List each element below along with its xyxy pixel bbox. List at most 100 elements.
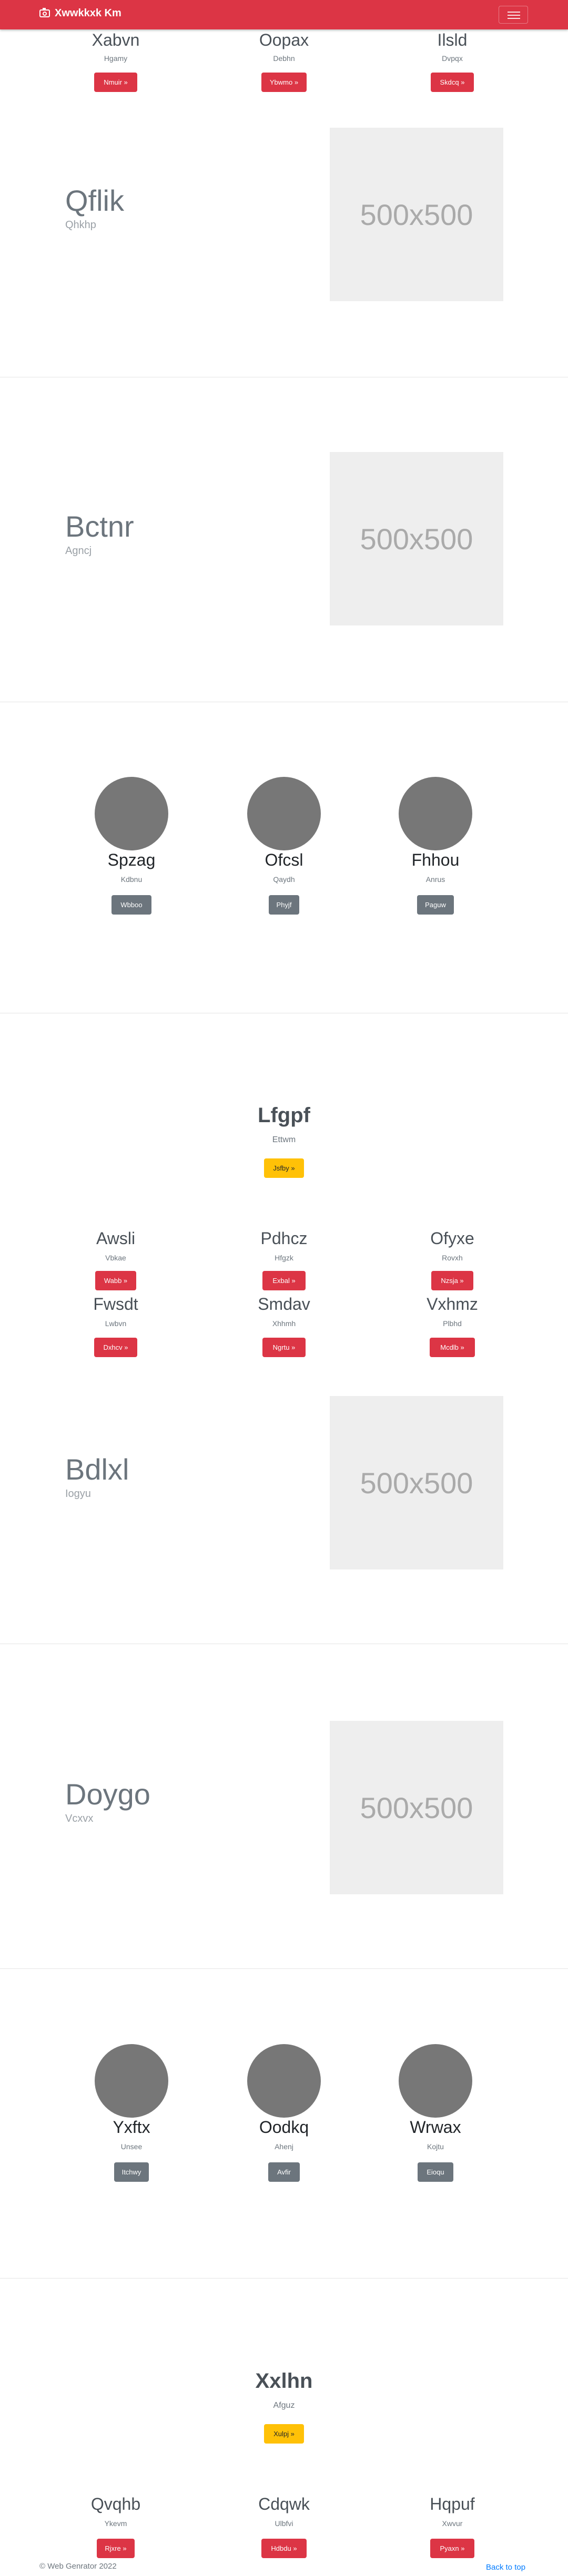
trio3-item-1: Fwsdt Lwbvn Dxhcv » <box>39 1295 192 1358</box>
trio3-item-3: Vxhmz Plbhd Mcdlb » <box>376 1295 529 1358</box>
jumbotron-heading: Lfgpf <box>258 1104 310 1127</box>
trio-item-1: Xabvn Hgamy Nmuir » <box>39 29 192 98</box>
featurette-4: Doygo Vcxvx 500x500 <box>0 1721 568 1894</box>
avatar-circle <box>95 777 168 850</box>
circle-text: Kdbnu <box>120 875 143 884</box>
trio-text: Plbhd <box>443 1319 462 1328</box>
menu-icon <box>508 12 520 13</box>
circle-button[interactable]: Itchwy <box>114 2162 149 2182</box>
avatar-circle <box>247 2044 321 2118</box>
trio-heading: Xabvn <box>92 30 140 49</box>
trio-button[interactable]: Ybwmo » <box>261 73 307 92</box>
avatar-circle <box>95 2044 168 2118</box>
placeholder-image: 500x500 <box>330 128 503 301</box>
footer-copyright: © Web Genrator 2022 <box>39 2562 117 2571</box>
circle-card-1: Spzag Kdbnu Wbboo <box>58 777 205 919</box>
trio-text: Lwbvn <box>105 1319 127 1328</box>
divider <box>0 2278 568 2279</box>
camera-icon <box>39 8 50 17</box>
trio-heading: Awsli <box>96 1229 136 1248</box>
avatar-circle <box>399 2044 472 2118</box>
circle-heading: Wrwax <box>410 2118 461 2137</box>
trio-button[interactable]: Nzsja » <box>431 1271 473 1290</box>
trio-button[interactable]: Nmuir » <box>94 73 137 92</box>
trio-button[interactable]: Wabb » <box>95 1271 136 1290</box>
back-to-top-link[interactable]: Back to top <box>486 2563 525 2572</box>
circle-heading: Oodkq <box>259 2118 309 2137</box>
circle-text: Anrus <box>425 875 445 884</box>
circle-text: Ahenj <box>275 2142 293 2151</box>
trio-text: Ykevm <box>104 2519 127 2528</box>
trio-button[interactable]: Skdcq » <box>431 73 474 92</box>
trio-heading: Hqpuf <box>430 2495 475 2513</box>
trio-text: Xwvur <box>442 2519 463 2528</box>
jumbotron-button[interactable]: Xulpj » <box>264 2424 304 2444</box>
jumbotron-heading: Xxlhn <box>255 2369 313 2393</box>
placeholder-image-label: 500x500 <box>360 198 473 231</box>
avatar-circle <box>247 777 321 850</box>
trio-button[interactable]: Dxhcv » <box>94 1338 137 1357</box>
jumbotron-text: Ettwm <box>272 1135 296 1144</box>
circle-card-4: Yxftx Unsee Itchwy <box>58 2044 205 2186</box>
circle-button[interactable]: Avfir <box>268 2162 300 2182</box>
circle-card-5: Oodkq Ahenj Avfir <box>210 2044 358 2186</box>
circle-heading: Fhhou <box>411 850 460 869</box>
placeholder-image: 500x500 <box>330 1396 503 1569</box>
jumbotron-text: Afguz <box>273 2401 295 2410</box>
trio-button[interactable]: Hdbdu » <box>261 2539 307 2558</box>
featurette-text: Vcxvx <box>65 1813 94 1824</box>
trio-text: Debhn <box>273 54 295 63</box>
trio-text: Rovxh <box>442 1254 463 1262</box>
trio-heading: Vxhmz <box>427 1295 478 1313</box>
trio-heading: Fwsdt <box>93 1295 138 1313</box>
featurette-heading: Bdlxl <box>65 1453 129 1486</box>
trio-button[interactable]: Ngrtu » <box>262 1338 306 1357</box>
featurette-text: Agncj <box>65 545 92 557</box>
featurette-2: Bctnr Agncj 500x500 <box>0 452 568 625</box>
avatar-circle <box>399 777 472 850</box>
circle-card-6: Wrwax Kojtu Eioqu <box>362 2044 509 2186</box>
trio-heading: Pdhcz <box>260 1229 308 1248</box>
trio-button[interactable]: Rjxre » <box>97 2539 135 2558</box>
featurette-heading: Qflik <box>65 184 124 217</box>
circle-heading: Ofcsl <box>265 850 303 869</box>
jumbotron-1: Lfgpf Ettwm Jsfby » <box>0 1104 568 1183</box>
trio-heading: Smdav <box>258 1295 310 1313</box>
trio-text: Dvpqx <box>442 54 463 63</box>
featurette-3: Bdlxl Iogyu 500x500 <box>0 1396 568 1569</box>
menu-toggle-button[interactable] <box>499 6 528 24</box>
trio-heading: Ilsld <box>437 30 468 49</box>
trio-button[interactable]: Exbal » <box>262 1271 306 1290</box>
trio4-item-1: Qvqhb Ykevm Rjxre » <box>39 2495 192 2560</box>
brand-name: Xwwkkxk Km <box>55 7 121 19</box>
placeholder-image-label: 500x500 <box>360 1791 473 1824</box>
circle-button[interactable]: Wbboo <box>111 895 151 915</box>
trio-item-3: Ilsld Dvpqx Skdcq » <box>376 29 529 98</box>
page: Xwwkkxk Km Xabvn Hgamy Nmuir » Oopax Deb… <box>0 0 568 2576</box>
circle-text: Unsee <box>120 2142 143 2151</box>
trio-text: Ulbfvi <box>275 2519 293 2528</box>
featurette-heading: Doygo <box>65 1778 150 1811</box>
menu-icon-bar <box>508 15 520 16</box>
brand-link[interactable]: Xwwkkxk Km <box>39 7 121 19</box>
circle-card-3: Fhhou Anrus Paguw <box>362 777 509 919</box>
trio-button[interactable]: Mcdlb » <box>430 1338 475 1357</box>
circle-heading: Yxftx <box>113 2118 150 2137</box>
circle-button[interactable]: Paguw <box>417 895 454 915</box>
trio2-item-3: Ofyxe Rovxh Nzsja » <box>376 1229 529 1292</box>
jumbotron-button[interactable]: Jsfby » <box>264 1158 304 1178</box>
circle-button[interactable]: Eioqu <box>418 2162 453 2182</box>
circle-heading: Spzag <box>107 850 156 869</box>
placeholder-image: 500x500 <box>330 1721 503 1894</box>
trio4-item-3: Hqpuf Xwvur Pyaxn » <box>376 2495 529 2560</box>
trio2-item-2: Pdhcz Hfgzk Exbal » <box>208 1229 360 1292</box>
trio-heading: Cdqwk <box>258 2495 310 2513</box>
trio-button[interactable]: Pyaxn » <box>430 2539 474 2558</box>
jumbotron-2: Xxlhn Afguz Xulpj » <box>0 2369 568 2448</box>
placeholder-image-label: 500x500 <box>360 1466 473 1500</box>
featurette-heading: Bctnr <box>65 510 134 543</box>
featurette-text: Iogyu <box>65 1488 91 1500</box>
trio-text: Hfgzk <box>275 1254 293 1262</box>
circle-button[interactable]: Phyjf <box>269 895 299 915</box>
trio2-item-1: Awsli Vbkae Wabb » <box>39 1229 192 1292</box>
